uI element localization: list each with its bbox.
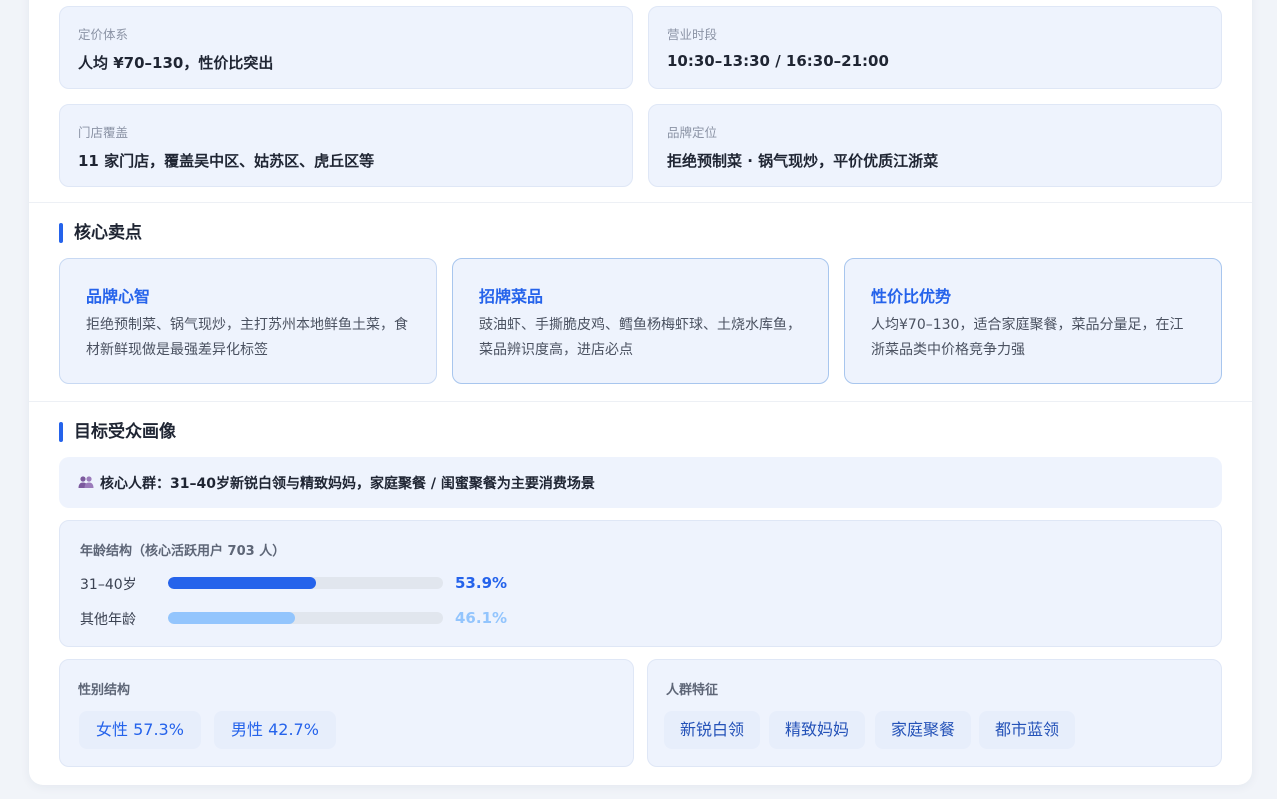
selling-point-title: 品牌心智 <box>86 287 151 306</box>
stores-label: 门店覆盖 <box>78 125 129 140</box>
selling-point-desc: 人均¥70–130，适合家庭聚餐，菜品分量足，在江浙菜品类中价格竞争力强 <box>871 317 1184 358</box>
pricing-value: 人均 ¥70–130，性价比突出 <box>78 54 274 72</box>
age-structure-label: 年龄结构（核心活跃用户 703 人） <box>80 544 286 559</box>
selling-point-card[interactable]: 性价比优势 人均¥70–130，适合家庭聚餐，菜品分量足，在江浙菜品类中价格竞争… <box>844 258 1222 384</box>
age-bar-track <box>168 612 443 624</box>
section-accent-bar <box>59 223 63 243</box>
divider <box>29 401 1252 402</box>
report-card: 定价体系 人均 ¥70–130，性价比突出 营业时段 10:30–13:30 /… <box>29 0 1252 785</box>
pricing-label: 定价体系 <box>78 27 129 42</box>
hours-label: 营业时段 <box>667 27 718 42</box>
age-structure-panel: 年龄结构（核心活跃用户 703 人） 31–40岁 53.9% 其他年龄 46.… <box>59 520 1222 647</box>
gender-male-chip: 男性 42.7% <box>214 711 336 749</box>
positioning-box: 品牌定位 拒绝预制菜 · 锅气现炒，平价优质江浙菜 <box>648 104 1222 187</box>
trait-tag: 新锐白领 <box>664 711 761 749</box>
audience-title: 目标受众画像 <box>59 421 176 443</box>
trait-tag: 精致妈妈 <box>769 711 866 749</box>
age-bar-fill <box>168 577 317 589</box>
hours-box: 营业时段 10:30–13:30 / 16:30–21:00 <box>648 6 1222 89</box>
people-icon <box>78 476 94 488</box>
gender-structure-label: 性别结构 <box>78 683 131 698</box>
age-percent: 53.9% <box>455 574 508 592</box>
trait-tag: 都市蓝领 <box>979 711 1076 749</box>
audience-traits-panel: 人群特征 新锐白领 精致妈妈 家庭聚餐 都市蓝领 <box>647 659 1222 767</box>
gender-female-chip: 女性 57.3% <box>79 711 201 749</box>
selling-points-title-text: 核心卖点 <box>74 223 142 243</box>
selling-point-title: 性价比优势 <box>871 287 952 306</box>
age-bar-track <box>168 577 443 589</box>
age-row-label: 其他年龄 <box>80 612 136 628</box>
divider <box>29 202 1252 203</box>
audience-traits-label: 人群特征 <box>666 683 719 698</box>
age-row-label: 31–40岁 <box>80 577 137 593</box>
hours-value: 10:30–13:30 / 16:30–21:00 <box>667 52 889 70</box>
core-audience-text: 核心人群：31–40岁新锐白领与精致妈妈，家庭聚餐 / 闺蜜聚餐为主要消费场景 <box>100 476 595 492</box>
positioning-value: 拒绝预制菜 · 锅气现炒，平价优质江浙菜 <box>667 152 939 170</box>
selling-point-desc: 豉油虾、手撕脆皮鸡、鳕鱼杨梅虾球、土烧水库鱼，菜品辨识度高，进店必点 <box>479 317 801 358</box>
gender-structure-panel: 性别结构 女性 57.3% 男性 42.7% <box>59 659 634 767</box>
age-bar-fill <box>168 612 295 624</box>
pricing-box: 定价体系 人均 ¥70–130，性价比突出 <box>59 6 633 89</box>
stores-value: 11 家门店，覆盖吴中区、姑苏区、虎丘区等 <box>78 152 375 170</box>
audience-title-text: 目标受众画像 <box>74 422 176 442</box>
trait-tag: 家庭聚餐 <box>875 711 972 749</box>
core-audience-banner: 核心人群：31–40岁新锐白领与精致妈妈，家庭聚餐 / 闺蜜聚餐为主要消费场景 <box>59 457 1222 508</box>
stores-box: 门店覆盖 11 家门店，覆盖吴中区、姑苏区、虎丘区等 <box>59 104 633 187</box>
section-accent-bar <box>59 422 63 442</box>
selling-point-card[interactable]: 招牌菜品 豉油虾、手撕脆皮鸡、鳕鱼杨梅虾球、土烧水库鱼，菜品辨识度高，进店必点 <box>452 258 829 384</box>
selling-points-title: 核心卖点 <box>59 222 142 244</box>
selling-point-card[interactable]: 品牌心智 拒绝预制菜、锅气现炒，主打苏州本地鲜鱼土菜，食材新鲜现做是最强差异化标… <box>59 258 437 384</box>
selling-point-title: 招牌菜品 <box>479 287 544 306</box>
selling-point-desc: 拒绝预制菜、锅气现炒，主打苏州本地鲜鱼土菜，食材新鲜现做是最强差异化标签 <box>86 317 408 358</box>
positioning-label: 品牌定位 <box>667 125 718 140</box>
age-percent: 46.1% <box>455 609 508 627</box>
